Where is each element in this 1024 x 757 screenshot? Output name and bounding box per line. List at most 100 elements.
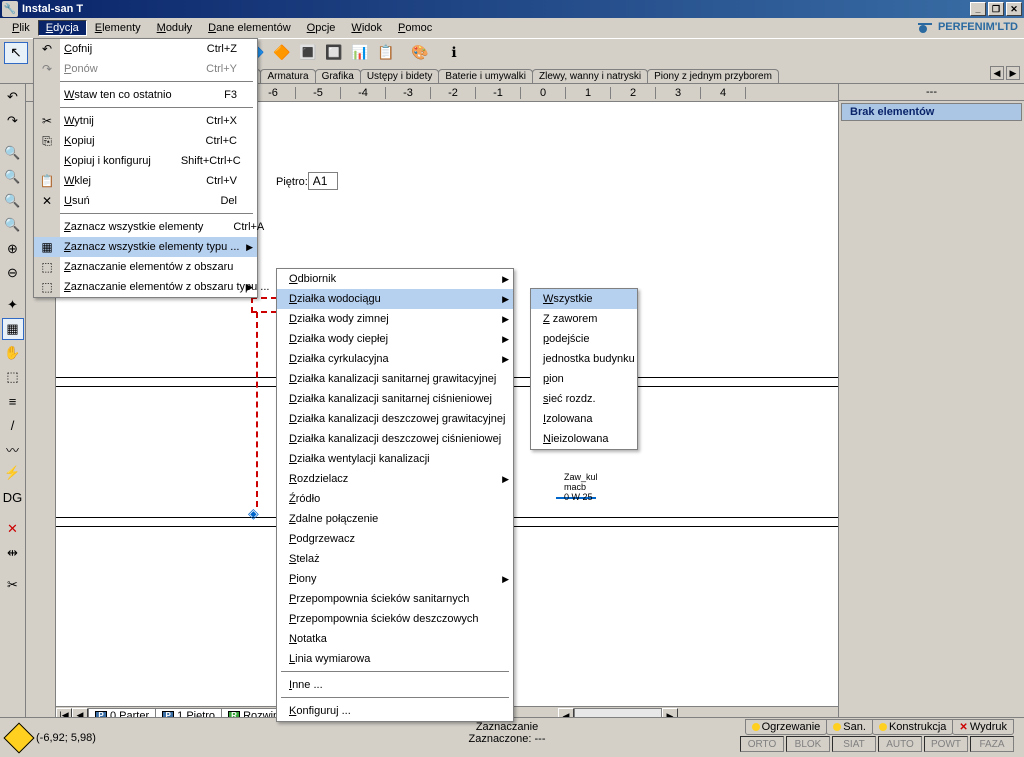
zoom-in-icon[interactable]: 🔍	[2, 142, 24, 164]
menu-item[interactable]: ⎘KopiujCtrl+C	[34, 131, 257, 151]
submenu-item[interactable]: jednostka budynku	[531, 349, 637, 369]
menu-dane elementów[interactable]: Dane elementów	[200, 20, 299, 36]
submenu-item[interactable]: Odbiornik▶	[277, 269, 513, 289]
auto-connect-icon[interactable]: ⚡	[2, 462, 24, 484]
menu-item[interactable]: Zaznacz wszystkie elementyCtrl+A	[34, 217, 257, 237]
submenu-item[interactable]: Nieizolowana	[531, 429, 637, 449]
status-flag-siat[interactable]: SIAT	[832, 736, 876, 752]
zoom-window-icon[interactable]: 🔍	[2, 190, 24, 212]
menu-item[interactable]: ⬚Zaznaczanie elementów z obszaru	[34, 257, 257, 277]
submenu-item[interactable]: Działka kanalizacji deszczowej ciśnienio…	[277, 429, 513, 449]
select-rect-icon[interactable]: ⬚	[2, 366, 24, 388]
menu-edycja[interactable]: Edycja	[38, 20, 87, 36]
submenu-item[interactable]: Wszystkie	[531, 289, 637, 309]
submenu-item[interactable]: Działka kanalizacji sanitarnej ciśnienio…	[277, 389, 513, 409]
menu-item[interactable]: ▦Zaznacz wszystkie elementy typu ...▶	[34, 237, 257, 257]
mode-tab[interactable]: Ogrzewanie	[745, 719, 828, 735]
submenu-item[interactable]: sieć rozdz.	[531, 389, 637, 409]
mode-tab[interactable]: Konstrukcja	[872, 719, 953, 735]
submenu-item[interactable]: pion	[531, 369, 637, 389]
submenu-item[interactable]: Zdalne połączenie	[277, 509, 513, 529]
menu-opcje[interactable]: Opcje	[299, 20, 344, 36]
submenu-item[interactable]: Izolowana	[531, 409, 637, 429]
status-flag-faza[interactable]: FAZA	[970, 736, 1014, 752]
menu-item[interactable]: 📋WklejCtrl+V	[34, 171, 257, 191]
tool-e-icon[interactable]: 📊	[348, 42, 372, 64]
menu-item[interactable]: ✕UsuńDel	[34, 191, 257, 211]
tool-c-icon[interactable]: 🔳	[296, 42, 320, 64]
minimize-button[interactable]: _	[970, 2, 986, 16]
menu-item[interactable]: ↶CofnijCtrl+Z	[34, 39, 257, 59]
drawing-node-icon[interactable]: ◈	[248, 505, 259, 522]
align-icon[interactable]: ⇹	[2, 542, 24, 564]
dg-icon[interactable]: DG	[2, 486, 24, 508]
tool-f-icon[interactable]: 📋	[374, 42, 398, 64]
submenu-item[interactable]: Notatka	[277, 629, 513, 649]
submenu-item[interactable]: Stelaż	[277, 549, 513, 569]
close-button[interactable]: ✕	[1006, 2, 1022, 16]
menu-moduły[interactable]: Moduły	[149, 20, 200, 36]
element-tab[interactable]: Grafika	[315, 69, 361, 83]
tab-scroll-left-icon[interactable]: ◀	[990, 66, 1004, 80]
status-flag-powt[interactable]: POWT	[924, 736, 968, 752]
delete-icon[interactable]: ✕	[2, 518, 24, 540]
pan-icon[interactable]: ✋	[2, 342, 24, 364]
cut-icon[interactable]: ✂	[2, 574, 24, 596]
element-tab[interactable]: Armatura	[260, 69, 315, 83]
submenu-item[interactable]: Źródło	[277, 489, 513, 509]
info-icon[interactable]: ℹ	[442, 42, 466, 64]
snap-icon[interactable]: ✦	[2, 294, 24, 316]
palette-icon[interactable]: 🎨	[408, 42, 432, 64]
draw-line-icon[interactable]: /	[2, 414, 24, 436]
menu-widok[interactable]: Widok	[343, 20, 390, 36]
menu-plik[interactable]: Plik	[4, 20, 38, 36]
tab-scroll-right-icon[interactable]: ▶	[1006, 66, 1020, 80]
menu-item[interactable]: Wstaw ten co ostatnioF3	[34, 85, 257, 105]
zoom-100-icon[interactable]: ⊕	[2, 238, 24, 260]
submenu-item[interactable]: Przepompownia ścieków sanitarnych	[277, 589, 513, 609]
submenu-item[interactable]: Przepompownia ścieków deszczowych	[277, 609, 513, 629]
submenu-item[interactable]: Działka cyrkulacyjna▶	[277, 349, 513, 369]
zoom-extents-icon[interactable]: ⊖	[2, 262, 24, 284]
submenu-item[interactable]: Rozdzielacz▶	[277, 469, 513, 489]
menu-item[interactable]: ⬚Zaznaczanie elementów z obszaru typu ..…	[34, 277, 257, 297]
grid-icon[interactable]: ▦	[2, 318, 24, 340]
floor-input[interactable]	[308, 172, 338, 190]
maximize-button[interactable]: ❐	[988, 2, 1004, 16]
redo-icon[interactable]: ↷	[2, 110, 24, 132]
status-flag-orto[interactable]: ORTO	[740, 736, 784, 752]
submenu-item[interactable]: Piony▶	[277, 569, 513, 589]
menu-elementy[interactable]: Elementy	[87, 20, 149, 36]
submenu-item[interactable]: Działka wody zimnej▶	[277, 309, 513, 329]
status-flag-auto[interactable]: AUTO	[878, 736, 922, 752]
submenu-item[interactable]: Konfiguruj ...	[277, 701, 513, 721]
submenu-item[interactable]: Z zaworem	[531, 309, 637, 329]
element-tab[interactable]: Zlewy, wanny i natryski	[532, 69, 648, 83]
submenu-item[interactable]: Działka wody ciepłej▶	[277, 329, 513, 349]
submenu-item[interactable]: Działka kanalizacji sanitarnej grawitacy…	[277, 369, 513, 389]
submenu-item[interactable]: podejście	[531, 329, 637, 349]
zoom-fit-icon[interactable]: 🔍	[2, 214, 24, 236]
mode-tab[interactable]: ✕Wydruk	[952, 719, 1014, 735]
element-tab[interactable]: Baterie i umywalki	[438, 69, 533, 83]
undo-icon[interactable]: ↶	[2, 86, 24, 108]
submenu-item[interactable]: Podgrzewacz	[277, 529, 513, 549]
pointer-tool-icon[interactable]: ↖	[4, 42, 28, 64]
zoom-out-icon[interactable]: 🔍	[2, 166, 24, 188]
tool-d-icon[interactable]: 🔲	[322, 42, 346, 64]
status-flag-blok[interactable]: BLOK	[786, 736, 830, 752]
menu-pomoc[interactable]: Pomoc	[390, 20, 440, 36]
submenu-item[interactable]: Linia wymiarowa	[277, 649, 513, 669]
submenu-item[interactable]: Działka wodociągu▶	[277, 289, 513, 309]
draw-curve-icon[interactable]: 〰	[2, 438, 24, 460]
menu-item[interactable]: Kopiuj i konfigurujShift+Ctrl+C	[34, 151, 257, 171]
element-tab[interactable]: Piony z jednym przyborem	[647, 69, 779, 83]
submenu-item[interactable]: Działka kanalizacji deszczowej grawitacy…	[277, 409, 513, 429]
tool-b-icon[interactable]: 🔶	[270, 42, 294, 64]
submenu-item[interactable]: Działka wentylacji kanalizacji	[277, 449, 513, 469]
layers-icon[interactable]: ≡	[2, 390, 24, 412]
mode-tab[interactable]: San.	[826, 719, 873, 735]
menu-item[interactable]: ✂WytnijCtrl+X	[34, 111, 257, 131]
element-tab[interactable]: Ustępy i bidety	[360, 69, 440, 83]
submenu-item[interactable]: Inne ...	[277, 675, 513, 695]
